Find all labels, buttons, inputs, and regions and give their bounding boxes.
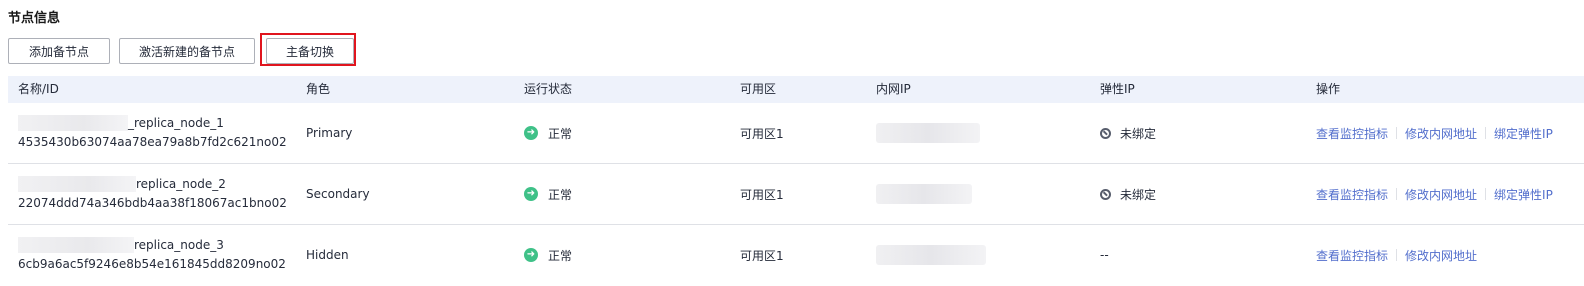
modify-private-ip-link[interactable]: 修改内网地址 — [1405, 186, 1477, 203]
view-metrics-link[interactable]: 查看监控指标 — [1316, 186, 1388, 203]
private-ip-cell — [876, 103, 980, 163]
add-standby-button[interactable]: 添加备节点 — [8, 38, 110, 64]
redacted-name — [18, 176, 136, 192]
table-row: replica_node_2 22074ddd74a346bdb4aa38f18… — [8, 164, 1584, 225]
header-az: 可用区 — [740, 82, 777, 96]
redacted-name — [18, 237, 134, 253]
redacted-private-ip — [876, 184, 972, 204]
eip-cell: 未绑定 — [1100, 164, 1156, 224]
eip-cell: -- — [1100, 225, 1109, 285]
node-name-cell: replica_node_2 22074ddd74a346bdb4aa38f18… — [18, 164, 287, 224]
eip-status: 未绑定 — [1120, 126, 1157, 141]
table-row: _replica_node_1 4535430b63074aa78ea79a8b… — [8, 103, 1584, 164]
availability-zone: 可用区1 — [740, 248, 784, 263]
node-name: replica_node_3 — [134, 238, 224, 252]
table-header: 名称/ID 角色 运行状态 可用区 内网IP 弹性IP 操作 — [8, 76, 1584, 103]
view-metrics-link[interactable]: 查看监控指标 — [1316, 125, 1388, 142]
eip-status: 未绑定 — [1120, 187, 1157, 202]
node-name: _replica_node_1 — [128, 116, 224, 130]
modify-private-ip-link[interactable]: 修改内网地址 — [1405, 125, 1477, 142]
availability-zone: 可用区1 — [740, 187, 784, 202]
divider — [1485, 127, 1487, 139]
status-ok-icon: ➜ — [524, 248, 538, 262]
private-ip-cell — [876, 225, 986, 285]
header-actions: 操作 — [1316, 82, 1341, 96]
status-ok-icon: ➜ — [524, 187, 538, 201]
header-name-id: 名称/ID — [18, 82, 59, 96]
divider — [1396, 249, 1398, 261]
header-eip: 弹性IP — [1100, 82, 1135, 96]
node-role: Primary — [306, 126, 353, 140]
node-id: 4535430b63074aa78ea79a8b7fd2c621no02 — [18, 135, 287, 149]
node-name-cell: replica_node_3 6cb9a6ac5f9246e8b54e16184… — [18, 225, 286, 285]
bind-eip-link[interactable]: 绑定弹性IP — [1494, 186, 1553, 203]
divider — [1485, 188, 1487, 200]
private-ip-cell — [876, 164, 972, 224]
node-name: replica_node_2 — [136, 177, 226, 191]
unbound-icon — [1100, 127, 1111, 139]
actions-cell: 查看监控指标 修改内网地址 绑定弹性IP — [1316, 103, 1553, 163]
header-status: 运行状态 — [524, 82, 573, 96]
actions-cell: 查看监控指标 修改内网地址 绑定弹性IP — [1316, 164, 1553, 224]
modify-private-ip-link[interactable]: 修改内网地址 — [1405, 247, 1477, 264]
node-role: Hidden — [306, 248, 349, 262]
redacted-private-ip — [876, 245, 986, 265]
status-cell: ➜ 正常 — [524, 225, 572, 285]
actions-cell: 查看监控指标 修改内网地址 — [1316, 225, 1477, 285]
availability-zone: 可用区1 — [740, 126, 784, 141]
unbound-icon — [1100, 188, 1111, 200]
status-cell: ➜ 正常 — [524, 103, 572, 163]
section-title: 节点信息 — [8, 11, 61, 26]
header-private-ip: 内网IP — [876, 82, 911, 96]
header-role: 角色 — [306, 82, 331, 96]
status-text: 正常 — [548, 248, 573, 263]
status-ok-icon: ➜ — [524, 126, 538, 140]
bind-eip-link[interactable]: 绑定弹性IP — [1494, 125, 1553, 142]
redacted-private-ip — [876, 123, 980, 143]
divider — [1396, 188, 1398, 200]
status-text: 正常 — [548, 126, 573, 141]
divider — [1396, 127, 1398, 139]
node-name-cell: _replica_node_1 4535430b63074aa78ea79a8b… — [18, 103, 287, 163]
status-text: 正常 — [548, 187, 573, 202]
node-table: 名称/ID 角色 运行状态 可用区 内网IP 弹性IP 操作 _replica_… — [8, 76, 1584, 285]
eip-cell: 未绑定 — [1100, 103, 1156, 163]
status-cell: ➜ 正常 — [524, 164, 572, 224]
view-metrics-link[interactable]: 查看监控指标 — [1316, 247, 1388, 264]
activate-standby-button[interactable]: 激活新建的备节点 — [119, 38, 255, 64]
node-id: 22074ddd74a346bdb4aa38f18067ac1bno02 — [18, 196, 287, 210]
eip-status: -- — [1100, 248, 1109, 262]
node-id: 6cb9a6ac5f9246e8b54e161845dd8209no02 — [18, 257, 286, 271]
node-role: Secondary — [306, 187, 370, 201]
redacted-name — [18, 115, 128, 131]
table-row: replica_node_3 6cb9a6ac5f9246e8b54e16184… — [8, 225, 1584, 285]
switchover-highlight — [260, 33, 356, 66]
